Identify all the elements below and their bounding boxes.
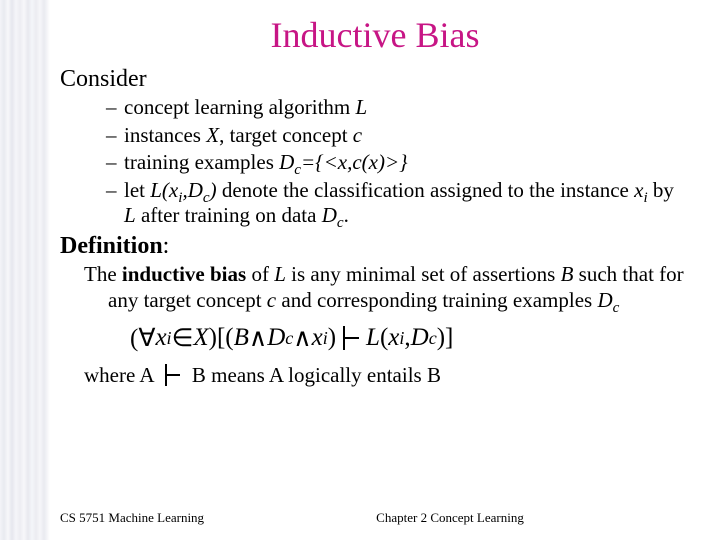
entails-icon [340, 326, 362, 350]
definition-heading: Definition: [60, 233, 690, 260]
text: denote the classification assigned to th… [217, 178, 635, 202]
var-L: L [356, 95, 368, 119]
in-symbol: ∈ [172, 323, 194, 353]
text: by [648, 178, 674, 202]
definition-paragraph: The inductive bias of L is any minimal s… [84, 262, 690, 313]
definition-label: Definition [60, 233, 163, 259]
footer-center: Chapter 2 Concept Learning [210, 510, 690, 526]
text: The [84, 262, 122, 286]
left-decor-texture [0, 0, 50, 540]
text: is any minimal set of assertions [286, 262, 561, 286]
text: where A [84, 363, 153, 387]
var-L: L [366, 324, 380, 352]
list-item: training examples Dc={<x,c(x)>} [106, 150, 690, 176]
var-B: B [234, 324, 249, 352]
sub-c: c [613, 300, 620, 316]
term-inductive-bias: inductive bias [122, 262, 246, 286]
and-symbol: ∧ [249, 323, 267, 353]
text: let [124, 178, 150, 202]
var-Lxi: L(x [150, 178, 178, 202]
brackets: )[( [209, 324, 234, 352]
var-X: X [193, 324, 208, 352]
text: B means A logically entails B [192, 363, 441, 387]
list-item: concept learning algorithm L [106, 95, 690, 121]
consider-list: concept learning algorithm L instances X… [60, 95, 690, 229]
and-symbol: ∧ [293, 323, 311, 353]
text: ,D [182, 178, 202, 202]
var-L: L [274, 262, 286, 286]
text: , target concept [219, 123, 353, 147]
close-brackets: )] [437, 324, 454, 352]
var-x: x [312, 324, 323, 352]
colon: : [163, 233, 170, 259]
var-c: c [353, 123, 362, 147]
var-D: D [597, 288, 612, 312]
text: concept learning algorithm [124, 95, 356, 119]
list-item: instances X, target concept c [106, 123, 690, 149]
formula: (∀xi ∈ X)[(B ∧ Dc ∧ xi)L(xi, Dc)] [130, 323, 690, 353]
var-L: L [124, 203, 136, 227]
text: training examples [124, 150, 279, 174]
text: after training on data [136, 203, 322, 227]
list-item: let L(xi,Dc) denote the classification a… [106, 178, 690, 229]
var-D: D [411, 324, 429, 352]
text: instances [124, 123, 206, 147]
text: . [344, 203, 349, 227]
var-D: D [267, 324, 285, 352]
where-line: where A B means A logically entails B [84, 363, 690, 388]
slide-title: Inductive Bias [60, 14, 690, 56]
var-X: X [206, 123, 219, 147]
var-D: D [322, 203, 337, 227]
var-x: x [388, 324, 399, 352]
var-c: c [267, 288, 276, 312]
sub-c: c [337, 216, 344, 232]
var-x: x [155, 324, 166, 352]
var-D: D [279, 150, 294, 174]
var-B: B [561, 262, 574, 286]
slide-footer: CS 5751 Machine Learning Chapter 2 Conce… [60, 510, 690, 526]
text: of [246, 262, 274, 286]
close-paren: ) [328, 324, 336, 352]
set-expr: ={<x,c(x)>} [301, 150, 408, 174]
forall: (∀ [130, 323, 155, 353]
text: ) [210, 178, 217, 202]
entails-icon [162, 364, 184, 386]
text: and corresponding training examples [276, 288, 597, 312]
consider-heading: Consider [60, 66, 690, 93]
sub-c: c [294, 162, 301, 178]
footer-left: CS 5751 Machine Learning [60, 510, 210, 526]
